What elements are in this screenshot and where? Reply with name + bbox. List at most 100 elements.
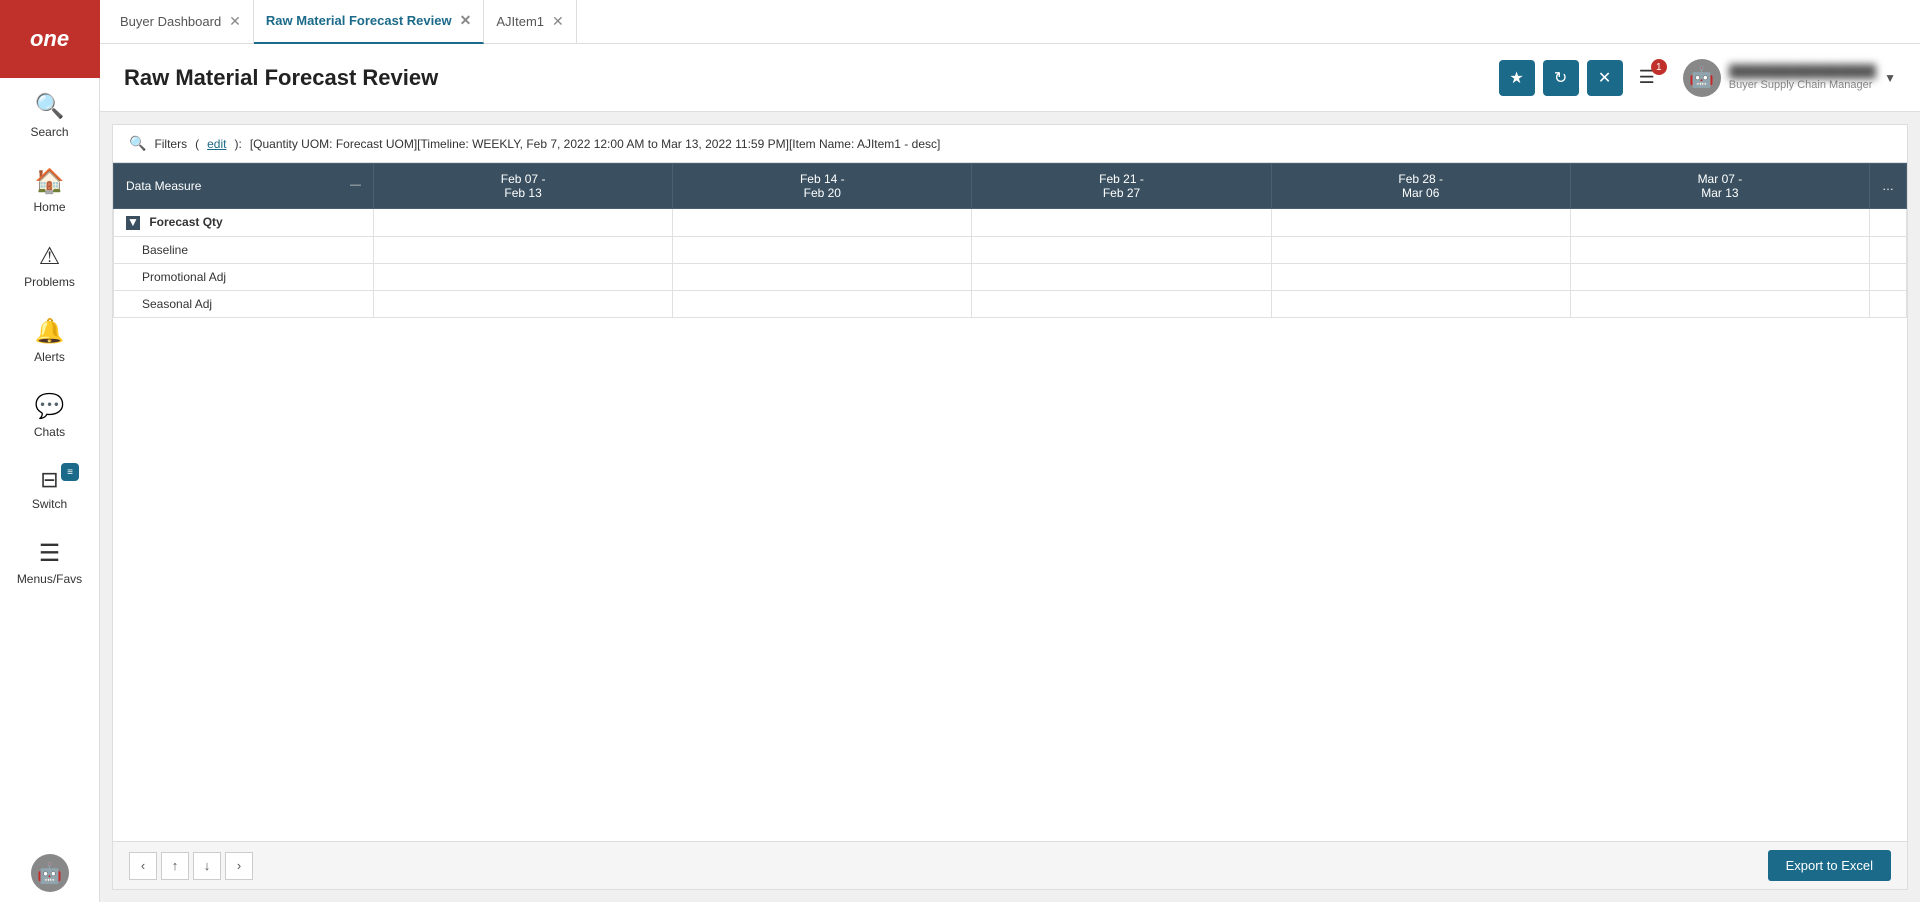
switch-badge: ≡	[61, 463, 79, 481]
tab-close-ajitem1[interactable]: ✕	[552, 13, 564, 30]
header-actions: ★ ↻ ✕ ☰ 1 🤖 ████████████████ Buyer Suppl…	[1499, 59, 1896, 97]
cell-seasonal-adj-feb07	[374, 290, 673, 317]
bell-icon: 🔔	[35, 317, 65, 346]
scroll-up-button[interactable]: ↑	[161, 852, 189, 880]
table-row-seasonal-adj: Seasonal Adj	[114, 290, 1907, 317]
menu-button[interactable]: ☰ 1	[1631, 63, 1663, 92]
col-header-mar07: Mar 07 -Mar 13	[1570, 164, 1869, 209]
user-info: ████████████████ Buyer Supply Chain Mana…	[1729, 64, 1876, 91]
cell-seasonal-adj-label: Seasonal Adj	[114, 290, 374, 317]
footer-bar: ‹ ↑ ↓ › Export to Excel	[113, 841, 1907, 889]
seasonal-adj-text: Seasonal Adj	[142, 297, 212, 311]
content-area: 🔍 Filters ( edit ): [Quantity UOM: Forec…	[100, 112, 1920, 902]
table-row-promotional-adj: Promotional Adj	[114, 263, 1907, 290]
tab-label-raw-material: Raw Material Forecast Review	[266, 13, 452, 28]
sidebar-item-problems[interactable]: ⚠ Problems	[0, 228, 99, 303]
cell-forecast-qty-feb28	[1271, 209, 1570, 237]
content-header: Raw Material Forecast Review ★ ↻ ✕ ☰ 1 🤖…	[100, 44, 1920, 112]
cell-seasonal-adj-mar07	[1570, 290, 1869, 317]
close-button[interactable]: ✕	[1587, 60, 1623, 96]
cell-baseline-mar07	[1570, 236, 1869, 263]
export-excel-button[interactable]: Export to Excel	[1768, 850, 1891, 881]
user-dropdown-arrow[interactable]: ▼	[1884, 71, 1896, 85]
user-role: Buyer Supply Chain Manager	[1729, 79, 1876, 91]
user-name: ████████████████	[1729, 64, 1876, 79]
cell-seasonal-adj-feb21	[972, 290, 1271, 317]
col-header-feb14: Feb 14 -Feb 20	[673, 164, 972, 209]
sidebar-label-problems: Problems	[24, 275, 75, 289]
sidebar-item-alerts[interactable]: 🔔 Alerts	[0, 303, 99, 378]
cell-baseline-feb28	[1271, 236, 1570, 263]
user-section: 🤖 ████████████████ Buyer Supply Chain Ma…	[1683, 59, 1896, 97]
tab-ajitem1[interactable]: AJItem1 ✕	[484, 0, 576, 44]
grid-header-row: Data Measure — Feb 07 -Feb 13 Feb 14 -Fe…	[114, 164, 1907, 209]
menu-icon: ☰	[39, 539, 61, 568]
tab-bar: Buyer Dashboard ✕ Raw Material Forecast …	[100, 0, 1920, 44]
col-label-feb21: Feb 21 -Feb 27	[1099, 172, 1144, 200]
filter-bar: 🔍 Filters ( edit ): [Quantity UOM: Forec…	[113, 125, 1907, 163]
filter-tags: [Quantity UOM: Forecast UOM][Timeline: W…	[250, 137, 941, 151]
col-label-mar07: Mar 07 -Mar 13	[1698, 172, 1743, 200]
cell-promotional-adj-feb14	[673, 263, 972, 290]
favorite-button[interactable]: ★	[1499, 60, 1535, 96]
prev-page-button[interactable]: ‹	[129, 852, 157, 880]
cell-forecast-qty-label: ▼ Forecast Qty	[114, 209, 374, 237]
logo-text: one	[30, 26, 69, 52]
table-row-baseline: Baseline	[114, 236, 1907, 263]
sidebar-item-switch[interactable]: ⊟ ≡ Switch	[0, 453, 99, 525]
cell-baseline-feb21	[972, 236, 1271, 263]
col-label-feb14: Feb 14 -Feb 20	[800, 172, 845, 200]
sidebar: one 🔍 Search 🏠 Home ⚠ Problems 🔔 Alerts …	[0, 0, 100, 902]
col-label-feb07: Feb 07 -Feb 13	[501, 172, 546, 200]
sidebar-label-menus: Menus/Favs	[17, 572, 82, 586]
filter-edit-link[interactable]: edit	[207, 137, 226, 151]
sidebar-item-menus[interactable]: ☰ Menus/Favs	[0, 525, 99, 600]
cell-baseline-more	[1870, 236, 1907, 263]
page-title: Raw Material Forecast Review	[124, 65, 1499, 91]
sidebar-bottom-avatar[interactable]: 🤖	[31, 854, 69, 902]
scroll-down-button[interactable]: ↓	[193, 852, 221, 880]
baseline-text: Baseline	[142, 243, 188, 257]
tab-label-ajitem1: AJItem1	[496, 14, 544, 29]
chat-icon: 💬	[35, 392, 65, 421]
col-label-feb28: Feb 28 -Mar 06	[1398, 172, 1443, 200]
tab-buyer-dashboard[interactable]: Buyer Dashboard ✕	[108, 0, 254, 44]
tab-raw-material[interactable]: Raw Material Forecast Review ✕	[254, 0, 484, 44]
cell-promotional-adj-mar07	[1570, 263, 1869, 290]
cell-promotional-adj-label: Promotional Adj	[114, 263, 374, 290]
col-header-feb28: Feb 28 -Mar 06	[1271, 164, 1570, 209]
sidebar-label-chats: Chats	[34, 425, 65, 439]
cell-baseline-feb07	[374, 236, 673, 263]
table-row-forecast-qty: ▼ Forecast Qty	[114, 209, 1907, 237]
home-icon: 🏠	[35, 167, 65, 196]
refresh-button[interactable]: ↻	[1543, 60, 1579, 96]
cell-forecast-qty-mar07	[1570, 209, 1869, 237]
filter-search-icon: 🔍	[129, 135, 146, 152]
sidebar-item-chats[interactable]: 💬 Chats	[0, 378, 99, 453]
bottom-avatar[interactable]: 🤖	[31, 854, 69, 892]
cell-forecast-qty-feb21	[972, 209, 1271, 237]
collapse-all-btn[interactable]: —	[350, 179, 361, 191]
cell-promotional-adj-feb28	[1271, 263, 1570, 290]
tab-close-buyer-dashboard[interactable]: ✕	[229, 13, 241, 30]
sidebar-item-search[interactable]: 🔍 Search	[0, 78, 99, 153]
forecast-qty-text: Forecast Qty	[149, 215, 222, 229]
tab-close-raw-material[interactable]: ✕	[460, 12, 472, 29]
collapse-forecast-qty-btn[interactable]: ▼	[126, 216, 140, 230]
next-page-button[interactable]: ›	[225, 852, 253, 880]
sidebar-label-switch: Switch	[32, 497, 67, 511]
notification-badge: 1	[1651, 59, 1667, 75]
data-grid: Data Measure — Feb 07 -Feb 13 Feb 14 -Fe…	[113, 163, 1907, 318]
tab-label-buyer-dashboard: Buyer Dashboard	[120, 14, 221, 29]
cell-baseline-label: Baseline	[114, 236, 374, 263]
app-logo[interactable]: one	[0, 0, 100, 78]
cell-seasonal-adj-more	[1870, 290, 1907, 317]
sidebar-item-home[interactable]: 🏠 Home	[0, 153, 99, 228]
cell-seasonal-adj-feb14	[673, 290, 972, 317]
warning-icon: ⚠	[39, 242, 61, 271]
cell-seasonal-adj-feb28	[1271, 290, 1570, 317]
col-header-feb07: Feb 07 -Feb 13	[374, 164, 673, 209]
cell-baseline-feb14	[673, 236, 972, 263]
sidebar-label-alerts: Alerts	[34, 350, 65, 364]
col-header-feb21: Feb 21 -Feb 27	[972, 164, 1271, 209]
